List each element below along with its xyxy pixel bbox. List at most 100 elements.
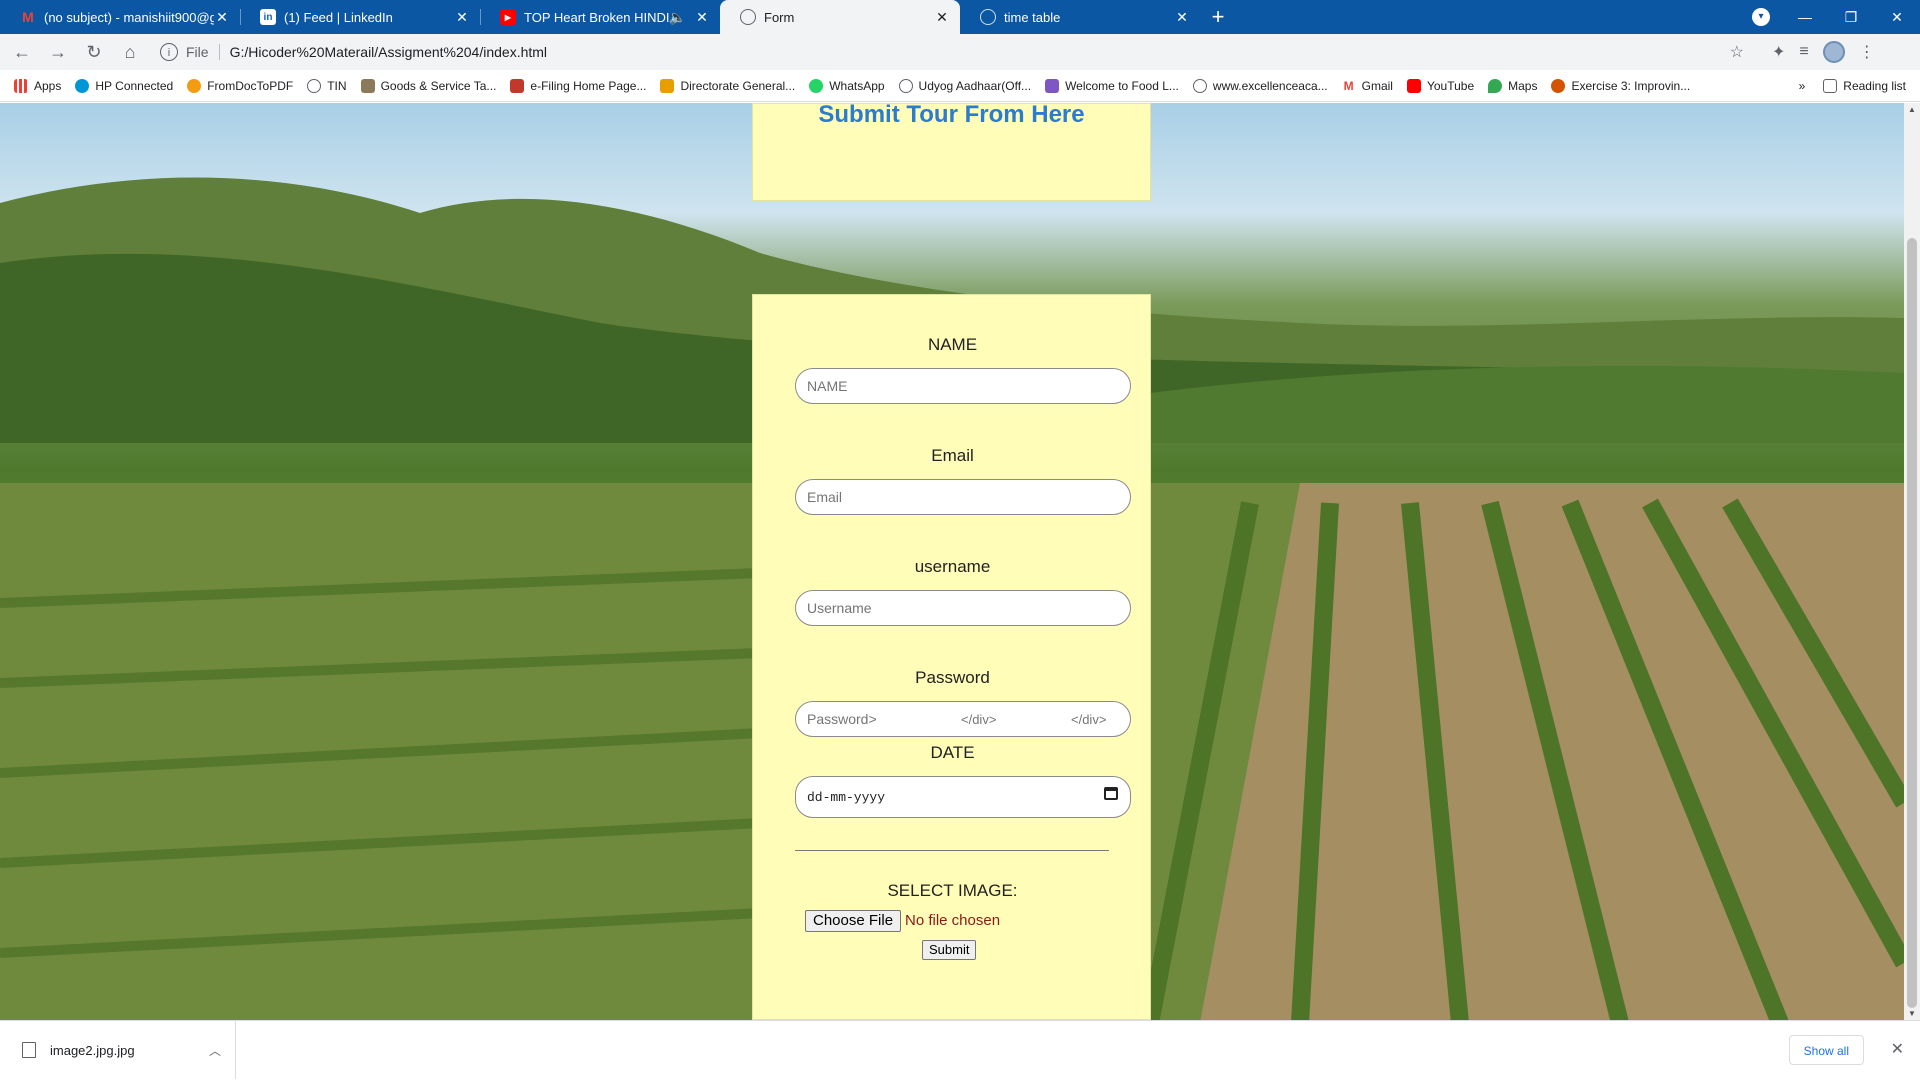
date-input[interactable]: dd-mm-yyyy — [795, 776, 1131, 818]
download-filename: image2.jpg.jpg — [50, 1042, 135, 1058]
youtube-icon: ▶ — [500, 9, 516, 25]
tab-strip: M (no subject) - manishiit900@gm ✕ in (1… — [0, 0, 1920, 34]
bookmark-exercise[interactable]: Exercise 3: Improvin... — [1551, 78, 1690, 93]
reading-list-button[interactable]: Reading list — [1823, 79, 1906, 93]
tab-linkedin[interactable]: in (1) Feed | LinkedIn ✕ — [240, 0, 480, 34]
bookmark-gmail[interactable]: M Gmail — [1342, 79, 1393, 93]
browser-toolbar: ← → ↻ ⌂ i File G:/Hicoder%20Materail/Ass… — [0, 34, 1920, 70]
select-image-label: SELECT IMAGE: — [887, 881, 1018, 900]
page-viewport: Submit Tour From Here NAME NAME Email Em… — [0, 103, 1904, 1020]
email-input[interactable]: Email — [795, 479, 1131, 515]
globe-icon — [898, 78, 913, 93]
download-item[interactable]: image2.jpg.jpg ︿ — [14, 1021, 236, 1079]
bookmark-whatsapp[interactable]: WhatsApp — [809, 78, 885, 93]
divider — [795, 850, 1109, 851]
close-window-icon[interactable]: ✕ — [1874, 0, 1920, 34]
close-icon[interactable]: ✕ — [454, 9, 470, 26]
minimize-icon[interactable]: — — [1782, 0, 1828, 34]
avatar[interactable] — [1822, 41, 1845, 63]
food-icon — [1045, 78, 1060, 93]
bookmarks-right: » Reading list — [1799, 70, 1906, 102]
exercise-icon — [1551, 78, 1566, 93]
tab-title: Form — [764, 9, 795, 25]
whatsapp-icon — [809, 78, 824, 93]
bookmark-label: YouTube — [1426, 78, 1475, 93]
bookmark-hp[interactable]: HP Connected — [75, 78, 174, 93]
submit-button[interactable]: Submit — [922, 940, 977, 960]
bookmark-excellence[interactable]: www.excellenceaca... — [1192, 78, 1328, 93]
globe-icon — [1192, 78, 1207, 93]
tab-title: time table — [1004, 9, 1061, 25]
tab-title: (1) Feed | LinkedIn — [284, 9, 393, 25]
bookmark-gst[interactable]: Goods & Service Ta... — [360, 78, 496, 93]
tab-search-icon[interactable]: ▾ — [1752, 8, 1770, 26]
bookmark-label: WhatsApp — [829, 78, 885, 93]
bookmark-label: e-Filing Home Page... — [530, 78, 647, 93]
restore-icon[interactable]: ❐ — [1828, 0, 1874, 34]
bookmark-directorate[interactable]: Directorate General... — [660, 78, 796, 93]
youtube-icon — [1406, 78, 1421, 93]
bookmark-label: Directorate General... — [680, 78, 796, 93]
name-input[interactable]: NAME — [795, 368, 1131, 404]
globe-icon — [980, 9, 996, 25]
bookmark-star-icon[interactable]: ☆ — [1730, 42, 1744, 62]
forward-icon[interactable]: → — [42, 36, 74, 68]
password-input[interactable]: Password> </div> </div> — [795, 701, 1131, 737]
calendar-icon[interactable] — [1104, 787, 1118, 800]
bookmarks-bar: Apps HP Connected FromDocToPDF TIN Goods… — [0, 70, 1920, 102]
linkedin-icon: in — [260, 9, 276, 25]
scroll-down-icon[interactable]: ▼ — [1904, 1009, 1920, 1018]
date-placeholder: dd-mm-yyyy — [807, 789, 886, 805]
bookmark-fromdoctopdf[interactable]: FromDocToPDF — [187, 78, 294, 93]
bookmark-label: www.excellenceaca... — [1212, 78, 1328, 93]
close-icon[interactable]: ✕ — [1891, 1039, 1904, 1059]
gmail-icon: M — [22, 9, 34, 25]
info-icon[interactable]: i — [160, 43, 178, 61]
close-icon[interactable]: ✕ — [214, 9, 230, 26]
tab-youtube[interactable]: ▶ TOP Heart Broken HINDI SAD 🔈 ✕ — [480, 0, 720, 34]
bookmark-apps[interactable]: Apps — [14, 78, 61, 93]
bookmark-label: FromDocToPDF — [207, 78, 294, 93]
media-control-icon[interactable]: ≡ — [1799, 43, 1808, 61]
bookmark-tin[interactable]: TIN — [307, 78, 347, 93]
no-file-status: No file chosen — [905, 912, 1001, 929]
email-placeholder: Email — [807, 489, 843, 505]
fromdoctopdf-icon — [187, 78, 202, 93]
close-icon[interactable]: ✕ — [1174, 9, 1190, 26]
maps-icon — [1488, 78, 1503, 93]
new-tab-button[interactable]: + — [1200, 0, 1236, 34]
bookmark-youtube[interactable]: YouTube — [1406, 78, 1475, 93]
tab-form[interactable]: Form ✕ — [720, 0, 960, 34]
page-title: Submit Tour From Here — [818, 103, 1085, 128]
tab-time-table[interactable]: time table ✕ — [960, 0, 1200, 34]
bookmarks-overflow-button[interactable]: » — [1799, 79, 1806, 93]
choose-file-button[interactable]: Choose File — [805, 910, 902, 932]
bookmark-label: HP Connected — [95, 78, 174, 93]
scrollbar-thumb[interactable] — [1907, 238, 1917, 1008]
menu-icon[interactable]: ⋮ — [1859, 42, 1875, 62]
bookmark-label: Udyog Aadhaar(Off... — [918, 78, 1032, 93]
page-scrollbar[interactable]: ▲ ▼ — [1904, 103, 1920, 1020]
tab-gmail[interactable]: M (no subject) - manishiit900@gm ✕ — [0, 0, 240, 34]
bookmark-maps[interactable]: Maps — [1488, 78, 1537, 93]
username-input[interactable]: Username — [795, 590, 1131, 626]
scroll-up-icon[interactable]: ▲ — [1904, 105, 1920, 114]
extensions-icon[interactable]: ✦ — [1772, 42, 1785, 62]
address-bar[interactable]: i File G:/Hicoder%20Materail/Assigment%2… — [154, 38, 1754, 66]
password-stray-text: </div> — [1071, 711, 1107, 727]
chevron-up-icon[interactable]: ︿ — [209, 1042, 221, 1059]
url-text[interactable]: G:/Hicoder%20Materail/Assigment%204/inde… — [230, 44, 547, 60]
back-icon[interactable]: ← — [6, 36, 38, 68]
close-icon[interactable]: ✕ — [934, 9, 950, 26]
tab-title: (no subject) - manishiit900@gm — [44, 9, 214, 25]
close-icon[interactable]: ✕ — [694, 9, 710, 26]
show-all-button[interactable]: Show all — [1788, 1035, 1864, 1065]
reload-icon[interactable]: ↻ — [78, 36, 110, 68]
home-icon[interactable]: ⌂ — [114, 36, 146, 68]
bookmark-udyog[interactable]: Udyog Aadhaar(Off... — [898, 78, 1032, 93]
bookmark-food[interactable]: Welcome to Food L... — [1045, 78, 1179, 93]
bookmark-label: Welcome to Food L... — [1065, 78, 1179, 93]
reading-list-label: Reading list — [1843, 79, 1906, 93]
speaker-icon[interactable]: 🔈 — [669, 9, 686, 26]
bookmark-efiling[interactable]: e-Filing Home Page... — [510, 78, 647, 93]
